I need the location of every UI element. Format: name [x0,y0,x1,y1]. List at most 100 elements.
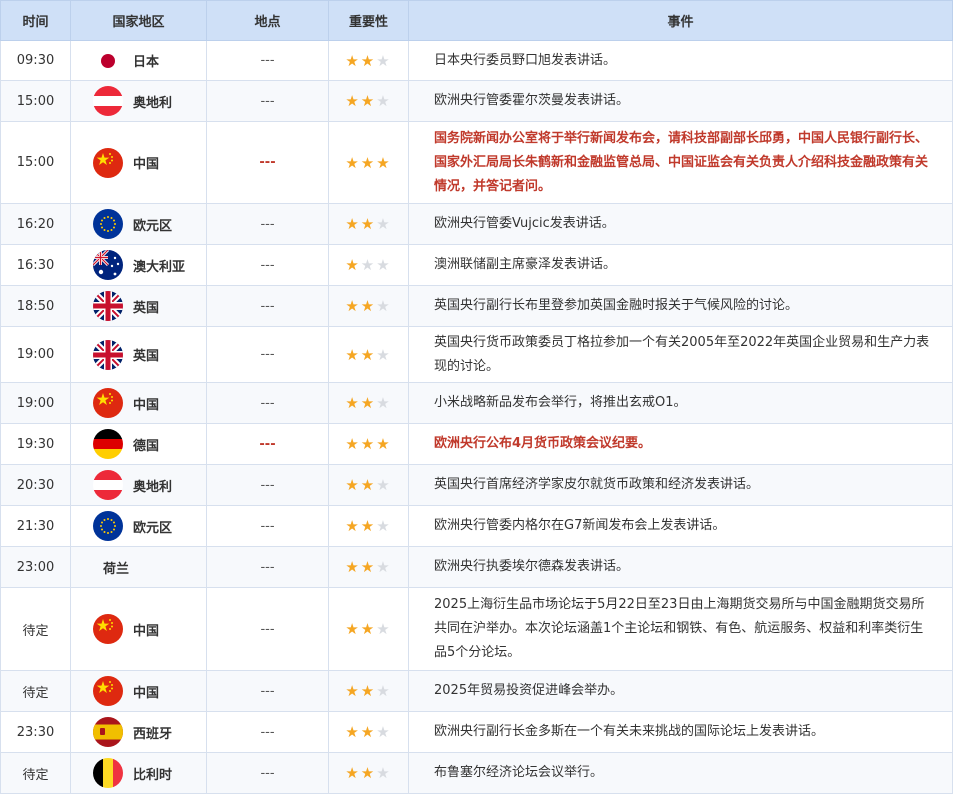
time-cell: 待定 [0,670,71,712]
location-cell: --- [206,711,329,753]
event-cell: 欧洲央行公布4月货币政策会议纪要。 [408,423,953,465]
location-cell: --- [206,670,329,712]
country-name: 欧元区 [133,520,173,536]
location-cell: --- [206,121,329,204]
star-icon: ★ [360,297,377,315]
country-name: 英国 [133,349,160,364]
importance-stars: ★★★ [328,285,409,327]
time-cell: 待定 [0,752,71,794]
star-icon: ★ [376,215,392,233]
gb-flag-icon [93,291,123,321]
time-cell: 19:30 [0,423,71,465]
at-flag-icon [93,470,123,500]
location-cell: --- [206,505,329,547]
star-icon: ★ [360,620,377,638]
star-icon: ★ [360,435,377,453]
event-cell: 欧洲央行管委Vujcic发表讲话。 [408,203,953,245]
de-flag-icon [93,429,123,459]
time-cell: 待定 [0,587,71,671]
country-name: 英国 [133,300,160,316]
event-cell: 英国央行货币政策委员丁格拉参加一个有关2005年至2022年英国企业贸易和生产力… [408,326,953,383]
table-row: 18:50 英国 --- ★★★ 英国央行副行长布里登参加英国金融时报关于气候风… [0,285,953,327]
cn-flag-icon [93,614,123,644]
country-cell: 中国 [70,121,207,204]
gb-flag-icon [93,339,123,370]
star-icon: ★ [345,345,361,364]
cn-flag-icon [93,676,123,706]
importance-stars: ★★★ [328,244,409,286]
event-cell: 英国央行副行长布里登参加英国金融时报关于气候风险的讨论。 [408,285,953,327]
importance-stars: ★★★ [328,80,409,122]
country-cell: 英国 [70,326,207,383]
jp-flag-icon [93,45,123,76]
star-icon: ★ [376,256,392,274]
star-icon: ★ [360,558,377,576]
importance-stars: ★★★ [328,711,409,753]
star-icon: ★ [360,92,377,110]
event-cell: 小米战略新品发布会举行，将推出玄戒O1。 [408,382,953,424]
country-cell: 欧元区 [70,505,207,547]
country-name: 日本 [133,55,160,70]
country-cell: 奥地利 [70,80,207,122]
event-cell: 澳洲联储副主席豪泽发表讲话。 [408,244,953,286]
star-icon: ★ [376,435,392,453]
country-name: 荷兰 [103,561,130,577]
header-row: 时间 国家地区 地点 重要性 事件 [0,0,953,41]
time-cell: 19:00 [0,326,71,383]
star-icon: ★ [360,723,377,741]
importance-stars: ★★★ [328,326,409,383]
table-row: 待定 中国 --- ★★★ 2025年贸易投资促进峰会举办。 [0,670,953,712]
table-body: 09:30 日本 --- ★★★ 日本央行委员野口旭发表讲话。 15:00 奥地… [0,40,953,794]
economic-calendar-table: 时间 国家地区 地点 重要性 事件 09:30 日本 --- ★★★ 日本央行委… [0,0,953,794]
time-cell: 15:00 [0,80,71,122]
star-icon: ★ [345,723,361,741]
table-row: 待定 比利时 --- ★★★ 布鲁塞尔经济论坛会议举行。 [0,752,953,794]
event-cell: 欧洲央行执委埃尔德森发表讲话。 [408,546,953,588]
star-icon: ★ [345,620,361,638]
star-icon: ★ [345,558,361,576]
event-cell: 日本央行委员野口旭发表讲话。 [408,40,953,81]
star-icon: ★ [360,256,377,274]
star-icon: ★ [345,476,361,494]
table-row: 16:30 澳大利亚 --- ★★★ 澳洲联储副主席豪泽发表讲话。 [0,244,953,286]
location-cell: --- [206,587,329,671]
table-row: 待定 中国 --- ★★★ 2025上海衍生品市场论坛于5月22日至23日由上海… [0,587,953,671]
table-row: 23:00 荷兰 --- ★★★ 欧洲央行执委埃尔德森发表讲话。 [0,546,953,588]
event-cell: 英国央行首席经济学家皮尔就货币政策和经济发表讲话。 [408,464,953,506]
country-cell: 英国 [70,285,207,327]
time-cell: 09:30 [0,40,71,81]
table-row: 16:20 欧元区 --- ★★★ 欧洲央行管委Vujcic发表讲话。 [0,203,953,245]
table-row: 15:00 奥地利 --- ★★★ 欧洲央行管委霍尔茨曼发表讲话。 [0,80,953,122]
time-cell: 19:00 [0,382,71,424]
table-row: 19:00 英国 --- ★★★ 英国央行货币政策委员丁格拉参加一个有关2005… [0,326,953,383]
star-icon: ★ [360,517,377,535]
table-row: 15:00 中国 --- ★★★ 国务院新闻办公室将于举行新闻发布会，请科技部副… [0,121,953,204]
location-cell: --- [206,326,329,383]
star-icon: ★ [345,517,361,535]
table-row: 21:30 欧元区 --- ★★★ 欧洲央行管委内格尔在G7新闻发布会上发表讲话… [0,505,953,547]
time-cell: 23:30 [0,711,71,753]
importance-stars: ★★★ [328,670,409,712]
location-cell: --- [206,285,329,327]
star-icon: ★ [360,764,377,782]
header-time: 时间 [0,0,71,41]
star-icon: ★ [360,215,377,233]
star-icon: ★ [345,682,361,700]
table-row: 09:30 日本 --- ★★★ 日本央行委员野口旭发表讲话。 [0,40,953,81]
country-name: 欧元区 [133,218,173,234]
event-cell: 欧洲央行管委霍尔茨曼发表讲话。 [408,80,953,122]
location-cell: --- [206,80,329,122]
star-icon: ★ [376,476,392,494]
country-name: 中国 [133,623,160,639]
country-name: 德国 [133,438,160,454]
time-cell: 16:30 [0,244,71,286]
eu-flag-icon [93,511,123,541]
country-name: 中国 [133,157,160,172]
time-cell: 23:00 [0,546,71,588]
event-cell: 欧洲央行管委内格尔在G7新闻发布会上发表讲话。 [408,505,953,547]
header-importance: 重要性 [328,0,409,41]
star-icon: ★ [360,476,377,494]
star-icon: ★ [360,394,377,412]
au-flag-icon [93,250,123,280]
header-country: 国家地区 [70,0,207,41]
